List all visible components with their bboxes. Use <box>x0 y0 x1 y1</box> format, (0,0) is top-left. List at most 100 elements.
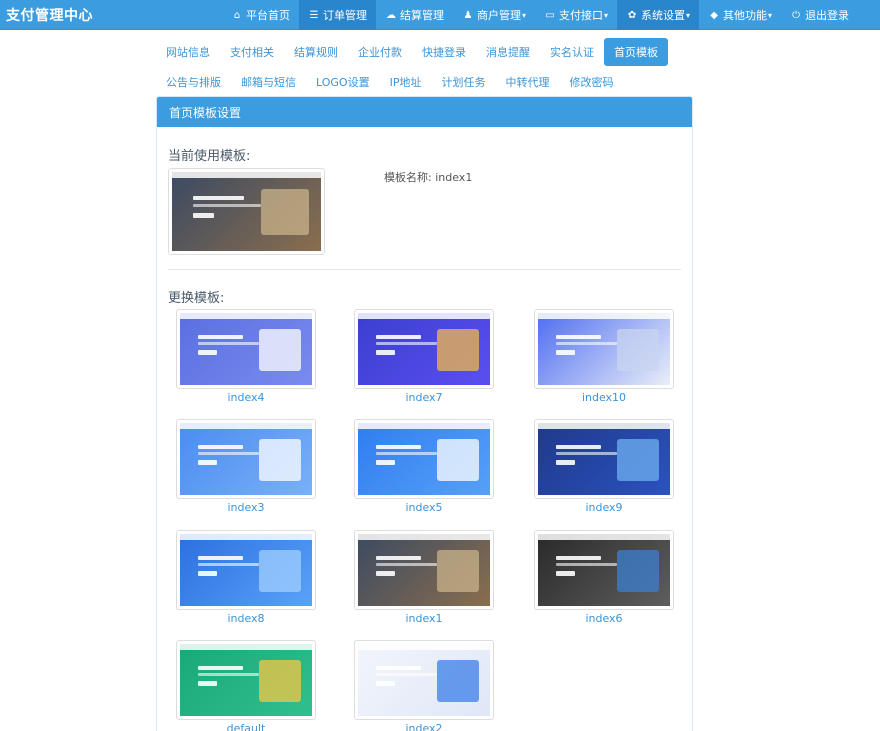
nav-item-1[interactable]: ☰ 订单管理 <box>299 0 376 30</box>
subnav-tab-row2-3[interactable]: IP地址 <box>380 68 432 96</box>
template-card-index2: index2 <box>354 640 494 731</box>
preview-art <box>259 549 302 592</box>
subnav-tab-row2-1[interactable]: 邮箱与短信 <box>231 68 306 96</box>
preview-t2 <box>198 562 260 566</box>
preview-art <box>617 438 660 481</box>
template-name-link[interactable]: index5 <box>354 501 494 514</box>
preview-art <box>259 438 302 481</box>
cube-icon: ◆ <box>710 9 718 21</box>
template-thumbnail[interactable] <box>534 530 674 610</box>
credit-card-icon: ▭ <box>545 9 555 21</box>
template-name-link[interactable]: index3 <box>176 501 316 514</box>
change-template-title: 更换模板: <box>168 291 225 306</box>
nav-item-5[interactable]: ✿ 系统设置 ▾ <box>617 0 700 30</box>
preview-bar <box>172 172 321 178</box>
subnav-tab-row2-6[interactable]: 修改密码 <box>559 68 623 96</box>
preview-t1 <box>376 334 422 339</box>
template-name-link[interactable]: index1 <box>354 612 494 625</box>
template-preview <box>358 534 490 606</box>
preview-t3 <box>198 681 217 687</box>
nav-item-label: 其他功能 <box>723 9 768 22</box>
list-icon: ☰ <box>309 9 319 21</box>
settings-subnav-row1: 网站信息 支付相关 结算规则 企业付款 快捷登录 消息提醒 实名认证 首页模板 <box>156 38 696 66</box>
template-thumbnail[interactable] <box>354 309 494 389</box>
template-thumbnail[interactable] <box>354 419 494 499</box>
preview-t1 <box>198 555 244 560</box>
template-name-link[interactable]: default <box>176 722 316 731</box>
preview-t2 <box>556 562 618 566</box>
preview-t3 <box>376 681 395 687</box>
subnav-tab-0[interactable]: 网站信息 <box>156 38 220 66</box>
template-preview <box>180 534 312 606</box>
template-name-label: 模板名称: <box>384 171 432 184</box>
template-thumbnail[interactable] <box>354 530 494 610</box>
current-template-name: 模板名称: index1 <box>384 169 472 185</box>
template-thumbnail[interactable] <box>176 640 316 720</box>
template-preview <box>538 423 670 495</box>
subnav-tab-3[interactable]: 企业付款 <box>348 38 412 66</box>
subnav-tab-6[interactable]: 实名认证 <box>540 38 604 66</box>
subnav-tab-row2-0[interactable]: 公告与排版 <box>156 68 231 96</box>
preview-art <box>437 659 480 702</box>
nav-item-label: 支付接口 <box>559 9 604 22</box>
template-thumbnail[interactable] <box>176 419 316 499</box>
nav-item-label: 商户管理 <box>477 9 521 22</box>
template-name-link[interactable]: index2 <box>354 722 494 731</box>
template-thumbnail[interactable] <box>354 640 494 720</box>
template-card-index5: index5 <box>354 419 494 514</box>
template-name-link[interactable]: index8 <box>176 612 316 625</box>
caret-down-icon: ▾ <box>522 10 527 20</box>
nav-item-6[interactable]: ◆ 其他功能 ▾ <box>699 0 781 30</box>
template-name-link[interactable]: index10 <box>534 391 674 404</box>
subnav-tab-2[interactable]: 结算规则 <box>284 38 348 66</box>
template-thumbnail[interactable] <box>534 419 674 499</box>
template-thumbnail[interactable] <box>176 530 316 610</box>
caret-down-icon: ▾ <box>686 10 691 20</box>
template-preview <box>538 313 670 385</box>
main-nav: ⌂ 平台首页 ☰ 订单管理 ☁ 结算管理 ♟ 商户管理 ▾ ▭ 支付接口 ▾ ✿ 系统设置 ▾ ◆ 其他功能 ▾ ⏻… <box>222 0 858 30</box>
preview-bar <box>358 423 490 429</box>
template-thumbnail[interactable] <box>534 309 674 389</box>
subnav-tab-4[interactable]: 快捷登录 <box>412 38 476 66</box>
nav-item-3[interactable]: ♟ 商户管理 ▾ <box>453 0 535 30</box>
template-thumbnail[interactable] <box>176 309 316 389</box>
template-name-link[interactable]: index6 <box>534 612 674 625</box>
nav-item-0[interactable]: ⌂ 平台首页 <box>222 0 299 30</box>
nav-item-2[interactable]: ☁ 结算管理 <box>376 0 453 30</box>
template-name-value: index1 <box>435 171 473 184</box>
template-preview <box>180 644 312 716</box>
preview-t2 <box>192 203 262 207</box>
preview-art <box>617 549 660 592</box>
preview-t2 <box>376 672 438 676</box>
preview-t2 <box>376 341 438 345</box>
template-name-link[interactable]: index9 <box>534 501 674 514</box>
caret-down-icon: ▾ <box>768 10 773 20</box>
template-name-link[interactable]: index4 <box>176 391 316 404</box>
subnav-tab-1[interactable]: 支付相关 <box>220 38 284 66</box>
preview-bar <box>538 534 670 540</box>
template-name-link[interactable]: index7 <box>354 391 494 404</box>
current-template-title: 当前使用模板: <box>168 149 251 164</box>
panel-heading: 首页模板设置 <box>157 97 692 127</box>
subnav-tab-row2-4[interactable]: 计划任务 <box>431 68 495 96</box>
divider <box>168 269 681 270</box>
preview-t3 <box>198 571 217 577</box>
power-icon: ⏻ <box>792 9 801 21</box>
preview-art <box>261 189 310 236</box>
preview-bar <box>180 534 312 540</box>
template-preview <box>358 313 490 385</box>
preview-t2 <box>376 562 438 566</box>
subnav-tab-row2-2[interactable]: LOGO设置 <box>306 68 380 96</box>
brand-title[interactable]: 支付管理中心 <box>6 5 93 25</box>
nav-item-7[interactable]: ⏻ 退出登录 <box>781 0 858 30</box>
preview-bar <box>180 313 312 319</box>
preview-t1 <box>198 665 244 670</box>
nav-item-4[interactable]: ▭ 支付接口 ▾ <box>535 0 617 30</box>
preview-t3 <box>198 460 217 466</box>
preview-bar <box>358 644 490 650</box>
subnav-tab-row2-5[interactable]: 中转代理 <box>495 68 559 96</box>
subnav-tab-7[interactable]: 首页模板 <box>604 38 668 66</box>
preview-art <box>617 328 660 371</box>
subnav-tab-5[interactable]: 消息提醒 <box>476 38 540 66</box>
template-preview <box>180 313 312 385</box>
